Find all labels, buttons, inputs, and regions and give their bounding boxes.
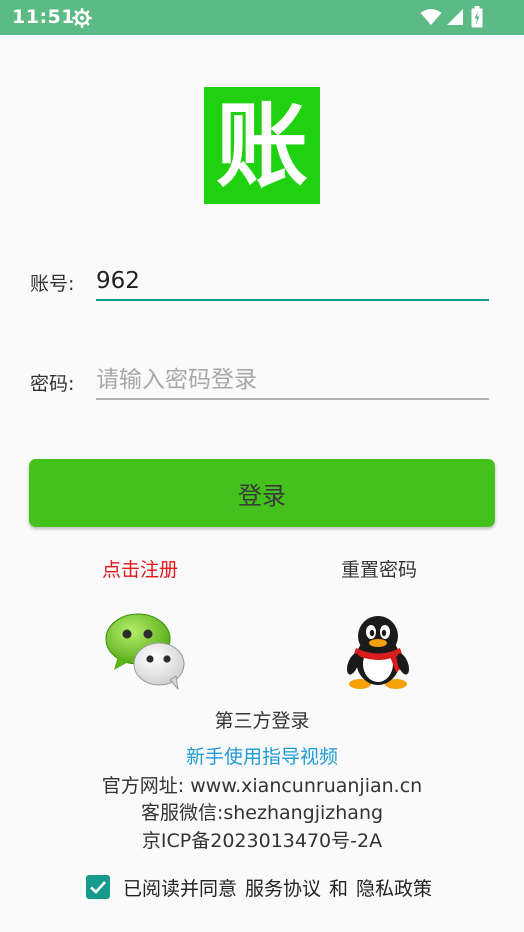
agreement-prefix: 已阅读并同意: [123, 877, 238, 900]
official-website-text: 官方网址: www.xiancunruanjian.cn: [101, 775, 423, 797]
app-logo: 账: [204, 87, 320, 204]
check-icon: [90, 881, 106, 894]
status-bar: 11:51: [0, 0, 524, 35]
signal-icon: [447, 9, 463, 25]
reset-password-link[interactable]: 重置密码: [341, 555, 417, 582]
wechat-icon[interactable]: [104, 612, 186, 690]
service-agreement-link[interactable]: 服务协议: [245, 874, 321, 901]
account-label: 账号:: [30, 273, 75, 295]
status-time: 11:51: [12, 6, 75, 28]
agreement-checkbox[interactable]: [86, 875, 110, 899]
register-link[interactable]: 点击注册: [102, 555, 178, 582]
logo-character: 账: [215, 91, 308, 200]
third-party-login-label: 第三方登录: [214, 710, 310, 732]
wifi-icon: [420, 9, 442, 25]
battery-icon: [471, 6, 483, 28]
gear-icon: [72, 8, 92, 28]
guide-video-link[interactable]: 新手使用指导视频: [0, 742, 524, 769]
qq-icon[interactable]: [344, 614, 412, 690]
agreement-row: 已阅读并同意 服务协议 和 隐私政策: [86, 872, 432, 902]
account-input[interactable]: [96, 263, 489, 301]
agreement-and: 和: [329, 877, 349, 900]
service-wechat-text: 客服微信:shezhangjizhang: [140, 802, 384, 824]
icp-record-text: 京ICP备2023013470号-2A: [141, 830, 383, 852]
password-input[interactable]: [96, 362, 489, 400]
password-label: 密码:: [30, 373, 75, 395]
privacy-policy-link[interactable]: 隐私政策: [356, 874, 432, 901]
login-button[interactable]: 登录: [29, 459, 495, 527]
